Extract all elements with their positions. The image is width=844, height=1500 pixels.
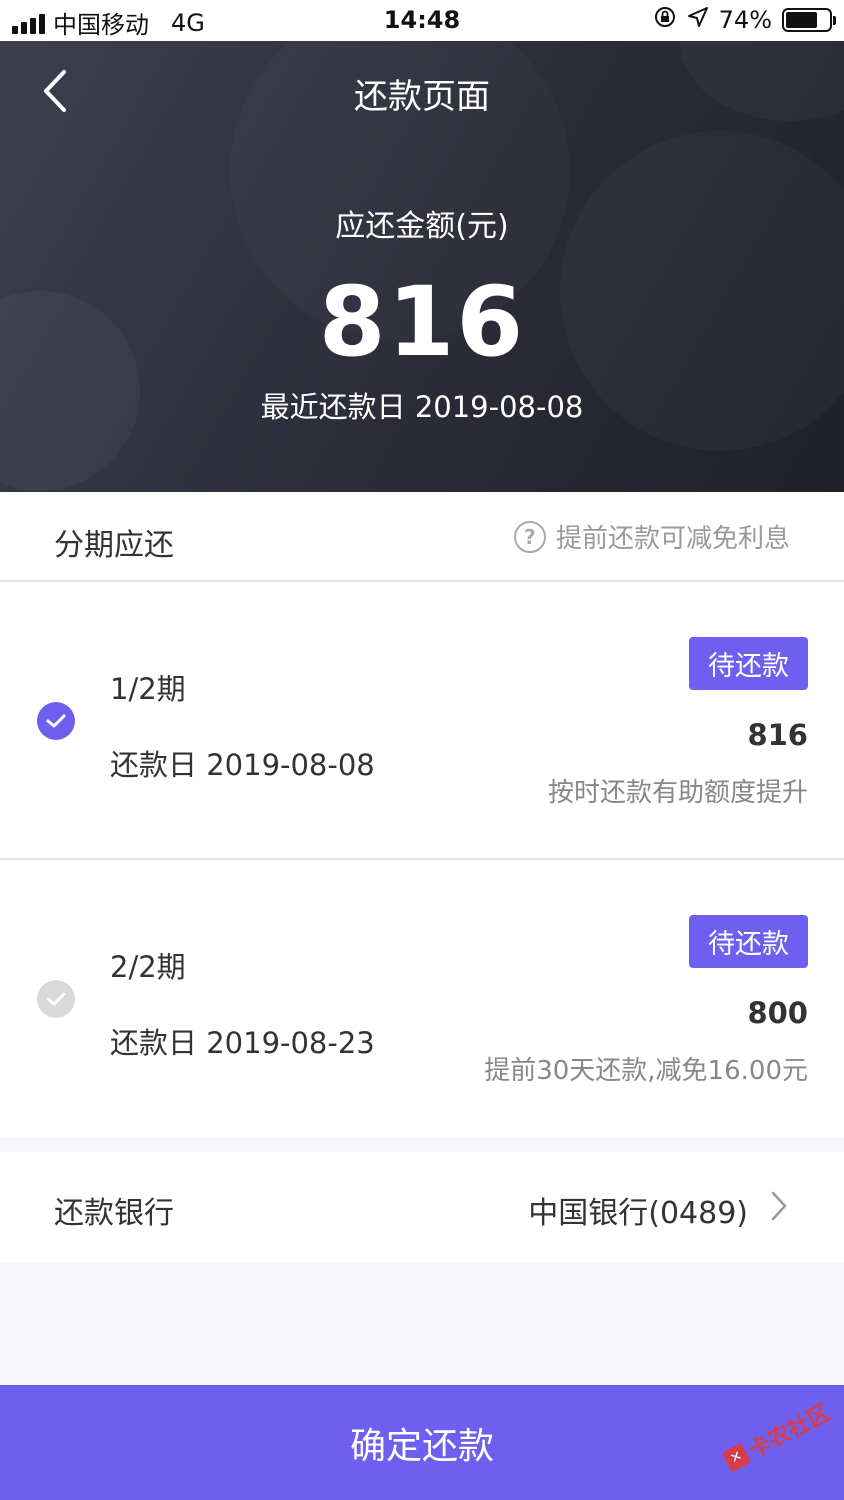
installment-row[interactable]: 1/2期 还款日 2019-08-08 待还款 816 按时还款有助额度提升: [0, 582, 844, 860]
orientation-lock-icon: [653, 5, 677, 35]
bank-value: 中国银行(0489): [528, 1196, 748, 1231]
battery-percent: 74%: [718, 6, 772, 34]
bank-label: 还款银行: [54, 1196, 174, 1231]
section-divider: [0, 1138, 844, 1152]
installment-date: 还款日 2019-08-23: [110, 1026, 375, 1060]
installment-row[interactable]: 2/2期 还款日 2019-08-23 待还款 800 提前30天还款,减免16…: [0, 860, 844, 1138]
status-right: 74%: [653, 5, 836, 35]
installments-header: 分期应还 ? 提前还款可减免利息: [0, 492, 844, 582]
location-icon: [687, 6, 709, 34]
installments-title: 分期应还: [54, 528, 174, 563]
page-title: 还款页面: [354, 77, 490, 117]
amount-label: 应还金额(元): [335, 209, 509, 244]
status-badge: 待还款: [689, 637, 808, 690]
early-repay-tip-text: 提前还款可减免利息: [555, 524, 790, 554]
installment-period: 1/2期: [110, 672, 186, 706]
installment-checkbox[interactable]: [37, 980, 75, 1018]
next-due-date: 最近还款日 2019-08-08: [260, 390, 584, 424]
installment-amount: 800: [747, 996, 808, 1030]
checkmark-icon: [46, 992, 66, 1006]
question-icon: ?: [513, 520, 546, 553]
repayment-bank-row[interactable]: 还款银行 中国银行(0489): [0, 1152, 844, 1262]
summary-header: 还款页面 应还金额(元) 816 最近还款日 2019-08-08: [0, 41, 844, 492]
status-badge: 待还款: [689, 915, 808, 968]
battery-icon: [782, 8, 836, 32]
early-repay-tip[interactable]: ? 提前还款可减免利息: [513, 518, 790, 555]
installment-note: 按时还款有助额度提升: [547, 778, 808, 808]
installment-period: 2/2期: [110, 950, 186, 984]
checkmark-icon: [46, 714, 66, 728]
installment-amount: 816: [747, 718, 808, 752]
installment-checkbox[interactable]: [37, 702, 75, 740]
amount-due: 816: [318, 266, 526, 378]
installment-date: 还款日 2019-08-08: [110, 748, 375, 782]
confirm-repay-button[interactable]: 确定还款: [0, 1385, 844, 1500]
installment-note: 提前30天还款,减免16.00元: [484, 1056, 808, 1086]
chevron-right-icon: [771, 1191, 787, 1221]
status-bar: 中国移动 4G 14:48 74%: [0, 0, 844, 41]
